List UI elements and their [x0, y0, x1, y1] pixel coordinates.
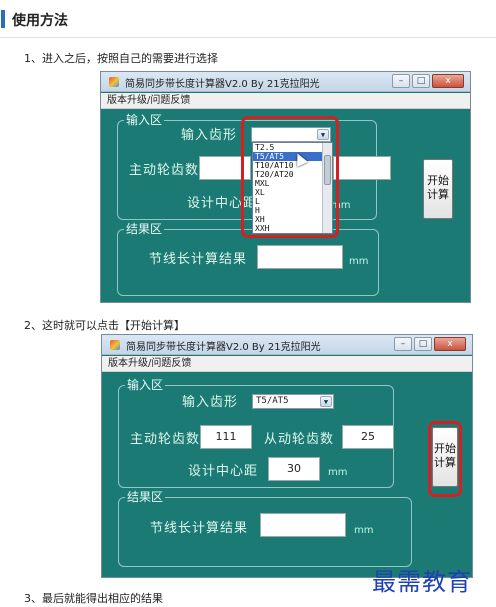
input-group-label: 输入区: [125, 378, 166, 392]
page-header: 使用方法: [0, 0, 496, 38]
result-label: 节线长计算结果: [149, 252, 248, 267]
center-distance-unit: mm: [328, 467, 348, 478]
highlight-dropdown: [241, 116, 339, 238]
window-caption: 简易同步带长度计算器V2.0 By 21克拉阳光: [126, 342, 321, 353]
tooth-type-label: 输入齿形: [182, 395, 239, 410]
result-output: [257, 245, 343, 269]
driving-gear-input[interactable]: 111: [200, 425, 252, 449]
result-unit: mm: [354, 525, 374, 536]
app-window-2: 简易同步带长度计算器V2.0 By 21克拉阳光 – □ x 版本升级/问题反馈…: [101, 334, 473, 578]
result-group-label: 结果区: [125, 490, 166, 504]
step-2-text: 2、这时就可以点击【开始计算】: [24, 319, 185, 332]
step-3-text: 3、最后就能得出相应的结果: [24, 592, 163, 605]
step-1-text: 1、进入之后，按照自己的需要进行选择: [24, 52, 218, 65]
window-titlebar[interactable]: 简易同步带长度计算器V2.0 By 21克拉阳光 – □ x: [102, 335, 472, 355]
chevron-down-icon[interactable]: ▼: [320, 396, 332, 407]
minimize-button[interactable]: –: [394, 337, 412, 351]
close-button[interactable]: x: [432, 74, 464, 88]
result-group-label: 结果区: [124, 222, 165, 236]
start-calc-button[interactable]: 开始 计算: [423, 159, 453, 219]
window-controls: – □ x: [394, 337, 466, 351]
window-caption: 简易同步带长度计算器V2.0 By 21克拉阳光: [125, 79, 320, 90]
menu-item-feedback[interactable]: 版本升级/问题反馈: [101, 93, 470, 109]
close-button[interactable]: x: [434, 337, 466, 351]
maximize-button[interactable]: □: [414, 337, 432, 351]
highlight-calc-button: [428, 421, 462, 497]
header-divider: [0, 37, 496, 38]
watermark-text: 最需教育: [372, 568, 472, 596]
driving-gear-label: 主动轮齿数: [130, 432, 201, 447]
tooth-type-label: 输入齿形: [181, 128, 238, 143]
tooth-type-select[interactable]: T5/AT5 ▼: [252, 394, 334, 409]
result-unit: mm: [349, 256, 369, 267]
driven-gear-input[interactable]: [333, 156, 391, 180]
input-group-label: 输入区: [124, 113, 165, 127]
app-icon: [110, 340, 120, 350]
driven-gear-input[interactable]: 25: [342, 425, 394, 449]
driven-gear-label: 从动轮齿数: [264, 432, 335, 447]
result-label: 节线长计算结果: [150, 521, 249, 536]
result-output: [260, 513, 346, 537]
tooth-type-value: T5/AT5: [256, 396, 289, 406]
header-accent: [1, 10, 5, 28]
maximize-button[interactable]: □: [412, 74, 430, 88]
app-icon: [109, 77, 119, 87]
center-distance-label: 设计中心距: [188, 464, 259, 479]
window-titlebar[interactable]: 简易同步带长度计算器V2.0 By 21克拉阳光 – □ x: [101, 72, 470, 92]
window-controls: – □ x: [392, 74, 464, 88]
minimize-button[interactable]: –: [392, 74, 410, 88]
driving-gear-label: 主动轮齿数: [129, 163, 200, 178]
center-distance-input[interactable]: 30: [268, 457, 320, 481]
page-title: 使用方法: [12, 13, 68, 29]
app-window-1: 简易同步带长度计算器V2.0 By 21克拉阳光 – □ x 版本升级/问题反馈…: [100, 71, 471, 303]
menu-item-feedback[interactable]: 版本升级/问题反馈: [102, 356, 472, 372]
